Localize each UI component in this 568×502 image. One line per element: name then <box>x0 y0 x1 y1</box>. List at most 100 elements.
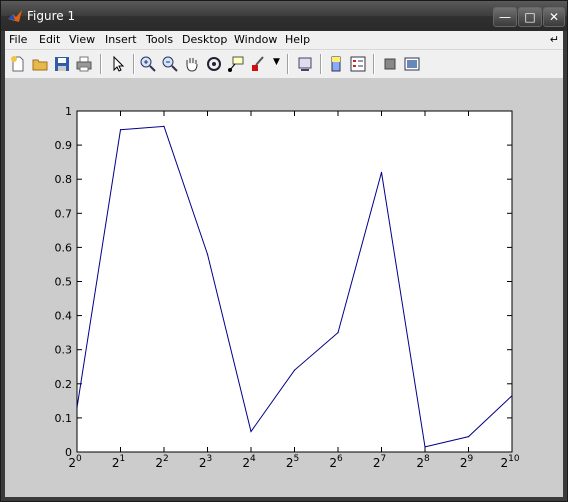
data-point <box>511 395 513 397</box>
rotate-3d-icon[interactable] <box>205 55 223 73</box>
y-tick-label: 0.5 <box>55 276 73 289</box>
menu-help[interactable]: Help <box>285 33 310 46</box>
data-point <box>337 332 339 334</box>
x-tick-label: 20 <box>68 454 82 470</box>
x-tick-base: 2 <box>329 456 337 470</box>
close-button[interactable]: ✕ <box>543 7 565 27</box>
data-point <box>424 446 426 448</box>
menu-edit[interactable]: Edit <box>39 33 60 46</box>
x-tick-exponent: 8 <box>424 454 430 464</box>
figure-toolbar: ▼ <box>5 49 563 79</box>
data-point <box>250 430 252 433</box>
x-tick-label: 26 <box>329 454 343 470</box>
open-folder-icon[interactable] <box>31 55 49 73</box>
x-tick-label: 24 <box>242 454 256 470</box>
x-tick-label: 25 <box>286 454 299 470</box>
brush-icon[interactable] <box>249 55 267 73</box>
toolbar-separator <box>100 54 102 74</box>
x-tick-exponent: 2 <box>163 454 169 464</box>
x-tick-label: 29 <box>460 454 474 470</box>
menu-view[interactable]: View <box>69 33 95 46</box>
show-plot-tools-icon[interactable] <box>403 55 421 73</box>
title-bar[interactable]: Figure 1 — □ ✕ <box>1 1 567 31</box>
y-tick-label: 1 <box>65 105 72 118</box>
data-point <box>163 125 165 127</box>
menu-file[interactable]: File <box>9 33 27 46</box>
data-point <box>293 369 296 371</box>
x-tick-label: 21 <box>112 454 125 470</box>
data-point <box>380 171 383 173</box>
x-tick-exponent: 10 <box>508 454 520 464</box>
x-tick-label: 23 <box>199 454 212 470</box>
x-tick-exponent: 1 <box>119 454 125 464</box>
y-tick-label: 0.9 <box>55 139 73 152</box>
x-tick-exponent: 0 <box>76 454 82 464</box>
x-tick-base: 2 <box>416 456 424 470</box>
axes-box <box>76 110 513 453</box>
y-tick-label: 0.7 <box>55 207 73 220</box>
zoom-out-icon[interactable] <box>161 55 179 73</box>
toolbar-separator <box>373 54 375 74</box>
y-tick-label: 0.1 <box>55 412 73 425</box>
data-point <box>76 407 78 409</box>
data-point <box>206 253 209 255</box>
y-tick-label: 0.2 <box>55 378 73 391</box>
x-tick-label: 28 <box>416 454 430 470</box>
legend-icon[interactable] <box>349 55 367 73</box>
x-tick-exponent: 4 <box>250 454 256 464</box>
y-tick-label: 0.3 <box>55 344 73 357</box>
menu-bar: File Edit View Insert Tools Desktop Wind… <box>5 31 563 49</box>
menu-tools[interactable]: Tools <box>146 33 173 46</box>
x-tick-label: 27 <box>373 454 386 470</box>
x-tick-base: 2 <box>199 456 207 470</box>
hide-plot-tools-icon[interactable] <box>381 55 399 73</box>
x-tick-base: 2 <box>242 456 250 470</box>
minimize-button[interactable]: — <box>493 7 517 27</box>
maximize-icon: □ <box>524 10 536 24</box>
x-tick-exponent: 5 <box>293 454 299 464</box>
x-tick-exponent: 3 <box>206 454 212 464</box>
print-icon[interactable] <box>75 55 93 73</box>
x-tick-label: 22 <box>155 454 168 470</box>
x-tick-base: 2 <box>112 456 120 470</box>
x-tick-label: 210 <box>500 454 519 470</box>
line-plot[interactable]: 00.10.20.30.40.50.60.70.80.9120 21 22 23 24 2… <box>5 78 563 497</box>
menu-desktop[interactable]: Desktop <box>182 33 227 46</box>
toolbar-separator <box>287 54 289 74</box>
dock-arrow-icon[interactable]: ↵ <box>550 33 559 46</box>
save-icon[interactable] <box>53 55 71 73</box>
matlab-logo-icon <box>8 10 22 22</box>
data-cursor-icon[interactable] <box>227 55 245 73</box>
pan-hand-icon[interactable] <box>183 55 201 73</box>
menu-window[interactable]: Window <box>234 33 277 46</box>
x-tick-base: 2 <box>155 456 163 470</box>
y-tick-label: 0.8 <box>55 173 73 186</box>
x-tick-base: 2 <box>68 456 76 470</box>
brush-dropdown-icon[interactable]: ▼ <box>273 57 280 67</box>
pointer-icon[interactable] <box>109 55 127 73</box>
x-tick-base: 2 <box>500 456 508 470</box>
close-icon: ✕ <box>548 10 560 24</box>
figure-canvas: 0 0.1 0.2 0.3 0.4 0.5 0.6 0.7 0.8 0.9 1 20 21 22 23 24 2… <box>5 78 563 497</box>
x-tick-exponent: 7 <box>380 454 386 464</box>
zoom-in-icon[interactable] <box>139 55 157 73</box>
x-tick-exponent: 9 <box>467 454 473 464</box>
toolbar-separator <box>320 54 322 74</box>
link-plot-icon[interactable] <box>296 55 314 73</box>
minimize-icon: — <box>499 10 511 24</box>
y-tick-label: 0.4 <box>55 310 73 323</box>
data-point <box>467 436 470 438</box>
x-tick-exponent: 6 <box>337 454 343 464</box>
menu-insert[interactable]: Insert <box>105 33 137 46</box>
colorbar-icon[interactable] <box>327 55 345 73</box>
x-tick-base: 2 <box>373 456 381 470</box>
y-tick-label: 0.6 <box>55 241 73 254</box>
x-tick-base: 2 <box>286 456 294 470</box>
toolbar-separator <box>133 54 135 74</box>
maximize-button[interactable]: □ <box>518 7 542 27</box>
window-title: Figure 1 <box>27 9 76 23</box>
data-point <box>119 129 122 131</box>
new-file-icon[interactable] <box>9 55 27 73</box>
x-tick-base: 2 <box>460 456 468 470</box>
figure-window: Figure 1 — □ ✕ File Edit View Insert Too… <box>0 0 568 502</box>
